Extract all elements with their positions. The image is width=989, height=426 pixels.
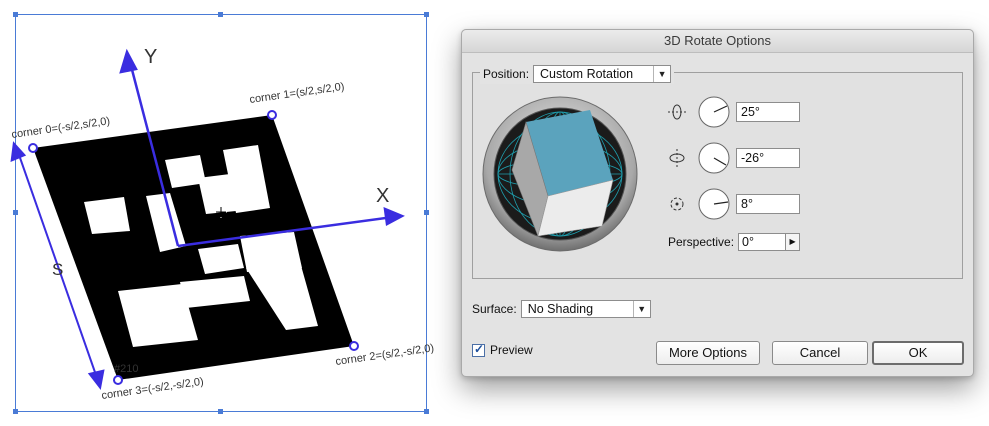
surface-row: Surface: No Shading ▼: [472, 299, 651, 319]
surface-label: Surface:: [472, 302, 517, 316]
surface-dropdown[interactable]: No Shading ▼: [520, 300, 651, 318]
z-rotation-row: 8°: [666, 186, 800, 222]
position-label: Position:: [483, 67, 530, 81]
selection-handle[interactable]: [218, 409, 223, 414]
perspective-value: 0°: [742, 235, 754, 249]
triangle-right-icon: ▶: [789, 237, 796, 246]
dialog-title[interactable]: 3D Rotate Options: [462, 30, 973, 53]
x-rotation-dial[interactable]: [698, 96, 730, 128]
y-rotation-row: -26°: [666, 140, 800, 176]
cancel-button[interactable]: Cancel: [772, 341, 868, 365]
y-rotation-dial[interactable]: [698, 142, 730, 174]
preview-label: Preview: [490, 343, 533, 357]
corner-0-label: corner 0=(-s/2,s/2,0): [11, 115, 111, 141]
chevron-down-icon: ▼: [653, 66, 670, 82]
z-axis-rotate-icon: [670, 197, 684, 211]
corner-1-label: corner 1=(s/2,s/2,0): [249, 81, 345, 106]
perspective-input[interactable]: 0°: [738, 233, 787, 251]
x-rotation-row: 25°: [666, 94, 800, 130]
selection-handle[interactable]: [13, 12, 18, 17]
perspective-row: Perspective: 0° ▶: [668, 232, 801, 252]
artboard: Y X S #210 corner 0=(-s/2,s/2,0) corner …: [0, 0, 450, 426]
perspective-label: Perspective:: [668, 235, 735, 249]
y-rotation-value: -26°: [741, 151, 765, 165]
x-rotation-value: 25°: [741, 105, 760, 119]
z-rotation-value: 8°: [741, 197, 753, 211]
marker-id-label: #210: [114, 363, 138, 375]
x-axis-rotate-icon: [668, 104, 686, 120]
position-value: Custom Rotation: [540, 67, 634, 81]
marker-illustration: Y X S #210 corner 0=(-s/2,s/2,0) corner …: [10, 12, 435, 414]
z-rotation-input[interactable]: 8°: [736, 194, 800, 214]
preview-row[interactable]: ✓ Preview: [472, 341, 533, 357]
x-rotation-input[interactable]: 25°: [736, 102, 800, 122]
more-options-button[interactable]: More Options: [656, 341, 760, 365]
axis-y-label: Y: [144, 46, 157, 68]
y-rotation-input[interactable]: -26°: [736, 148, 800, 168]
rotation-trackball[interactable]: [482, 96, 638, 252]
selection-handle[interactable]: [424, 12, 429, 17]
z-rotation-dial[interactable]: [698, 188, 730, 220]
selection-handle[interactable]: [218, 12, 223, 17]
y-axis-rotate-icon: [669, 149, 685, 167]
selection-handle[interactable]: [13, 210, 18, 215]
axis-x-label: X: [376, 185, 389, 207]
position-row: Position: Custom Rotation ▼: [480, 64, 675, 84]
position-dropdown[interactable]: Custom Rotation ▼: [533, 65, 672, 83]
side-label: S: [52, 260, 63, 279]
selection-handle[interactable]: [424, 409, 429, 414]
3d-rotate-options-dialog: 3D Rotate Options Position: Custom Rotat…: [461, 29, 974, 377]
checkmark-icon: ✓: [474, 341, 485, 356]
selection-handle[interactable]: [424, 210, 429, 215]
ok-button[interactable]: OK: [872, 341, 964, 365]
selection-handle[interactable]: [13, 409, 18, 414]
surface-value: No Shading: [527, 302, 594, 316]
preview-checkbox[interactable]: ✓: [472, 341, 485, 357]
perspective-slider-toggle[interactable]: ▶: [786, 233, 801, 251]
chevron-down-icon: ▼: [632, 301, 650, 317]
